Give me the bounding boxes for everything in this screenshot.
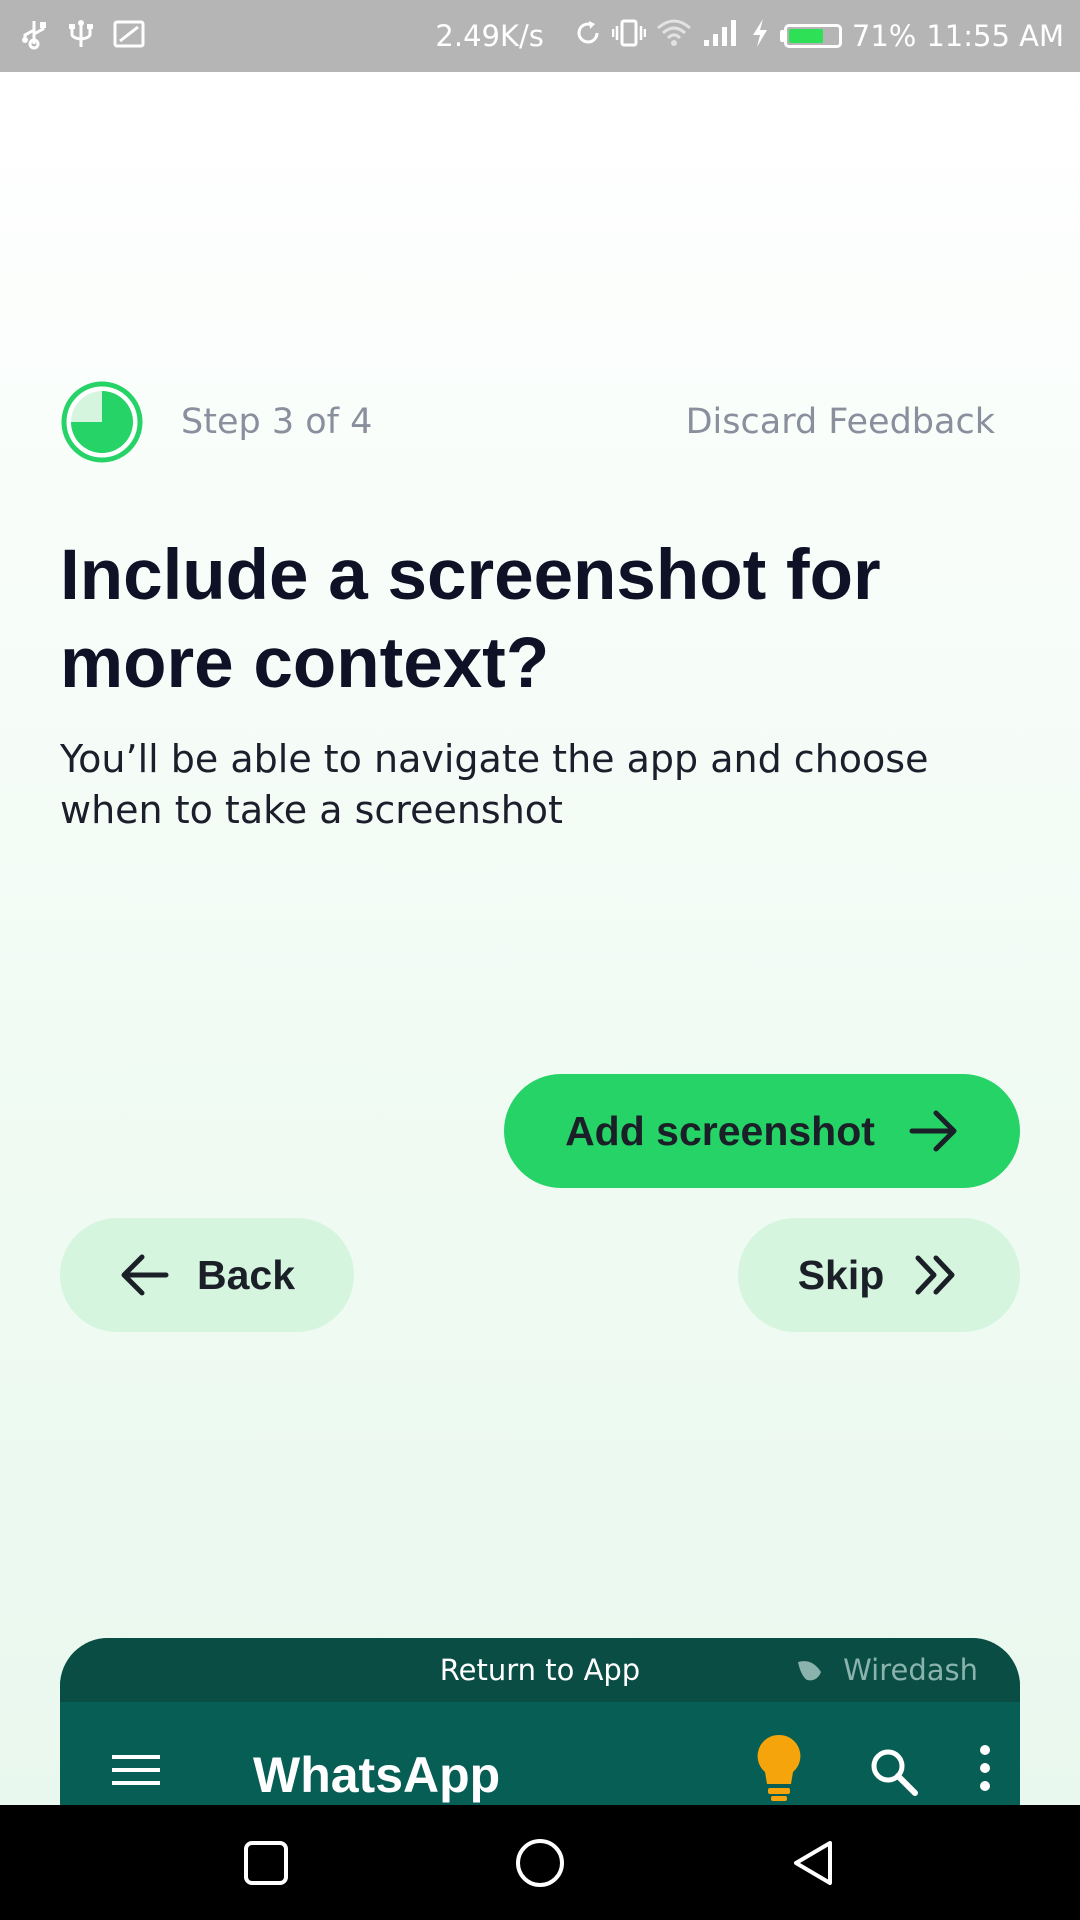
more-options-icon	[980, 1745, 990, 1791]
page-subtitle: You’ll be able to navigate the app and c…	[60, 737, 929, 832]
navigation-bar	[0, 1805, 1080, 1920]
battery-body	[783, 24, 842, 48]
add-screenshot-label: Add screenshot	[565, 1107, 875, 1154]
discard-feedback-button[interactable]: Discard Feedback	[686, 402, 995, 442]
wiredash-label: Wiredash	[843, 1653, 978, 1687]
back-label: Back	[196, 1251, 295, 1298]
skip-button[interactable]: Skip	[738, 1218, 1020, 1332]
feedback-screen: Step 3 of 4 Discard Feedback Include a s…	[0, 72, 1080, 1805]
battery-fill	[788, 29, 823, 43]
home-icon[interactable]	[514, 1837, 566, 1889]
wiredash-brand: Wiredash	[795, 1638, 978, 1702]
back-button[interactable]: Back	[60, 1218, 354, 1332]
sync-icon	[574, 19, 602, 54]
step-label: Step 3 of 4	[181, 402, 373, 442]
charging-icon	[750, 18, 770, 55]
net-speed: 2.49K/s	[435, 19, 544, 53]
panel-bar: Return to App Wiredash	[60, 1638, 1020, 1702]
recent-apps-icon[interactable]	[242, 1839, 290, 1887]
cast-icon	[112, 19, 146, 53]
lightbulb-icon	[757, 1734, 801, 1801]
add-screenshot-button[interactable]: Add screenshot	[504, 1074, 1020, 1188]
battery-icon	[779, 24, 842, 48]
status-right: 2.49K/s 71% 11:55 AM	[435, 18, 1064, 55]
whatsapp-toolbar: WhatsApp	[60, 1702, 1020, 1805]
wiredash-logo-icon	[798, 1661, 822, 1681]
whatsapp-title: WhatsApp	[253, 1747, 501, 1803]
usb-debug-icon	[66, 18, 96, 54]
return-to-app-panel[interactable]: Return to App Wiredash WhatsApp	[60, 1638, 1020, 1805]
search-icon	[871, 1749, 918, 1796]
page-title: Include a screenshot for more context?	[60, 536, 881, 703]
status-left	[18, 18, 146, 54]
battery-percent: 71%	[851, 19, 917, 53]
step-progress-icon	[61, 381, 143, 463]
vibrate-icon	[611, 18, 647, 55]
arrow-right-icon	[909, 1110, 957, 1152]
wifi-icon	[656, 18, 692, 55]
hamburger-menu-icon	[112, 1755, 160, 1785]
skip-label: Skip	[797, 1251, 885, 1298]
step-row: Step 3 of 4 Discard Feedback	[60, 378, 995, 466]
status-bar: 2.49K/s 71% 11:55 AM	[0, 0, 1080, 72]
arrow-left-icon	[121, 1254, 169, 1296]
usb-icon	[18, 18, 50, 54]
signal-icon	[702, 18, 740, 55]
back-nav-icon[interactable]	[790, 1839, 838, 1887]
double-chevron-right-icon	[915, 1255, 955, 1295]
clock: 11:55 AM	[926, 19, 1064, 53]
